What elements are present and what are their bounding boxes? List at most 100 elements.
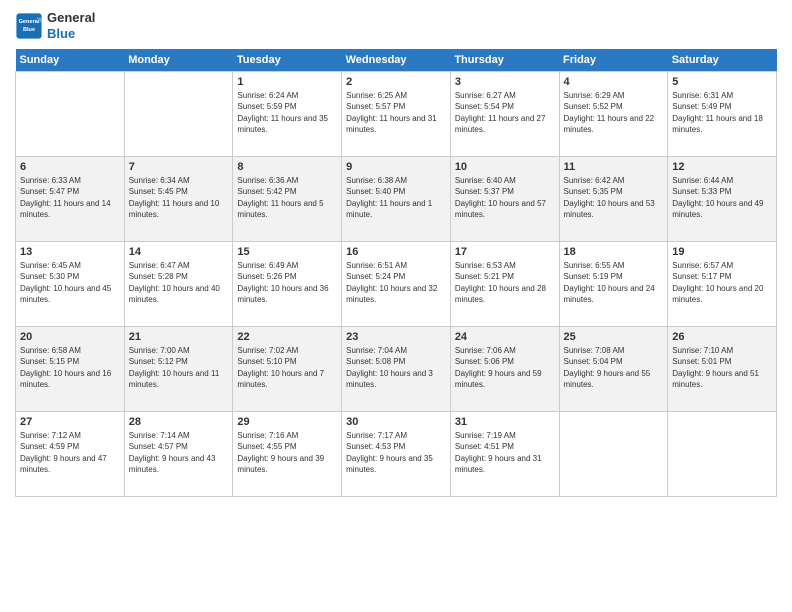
cell-1-4: 2 Sunrise: 6:25 AMSunset: 5:57 PMDaylight… [342, 72, 451, 157]
cell-5-1: 27 Sunrise: 7:12 AMSunset: 4:59 PMDayligh… [16, 412, 125, 497]
cell-2-2: 7 Sunrise: 6:34 AMSunset: 5:45 PMDaylight… [124, 157, 233, 242]
cell-info: Sunrise: 6:55 AMSunset: 5:19 PMDaylight:… [564, 260, 664, 305]
cell-info: Sunrise: 7:08 AMSunset: 5:04 PMDaylight:… [564, 345, 664, 390]
cell-info: Sunrise: 6:57 AMSunset: 5:17 PMDaylight:… [672, 260, 772, 305]
cell-5-7 [668, 412, 777, 497]
cell-2-4: 9 Sunrise: 6:38 AMSunset: 5:40 PMDaylight… [342, 157, 451, 242]
cell-3-6: 18 Sunrise: 6:55 AMSunset: 5:19 PMDayligh… [559, 242, 668, 327]
day-number: 13 [20, 246, 120, 258]
day-number: 26 [672, 331, 772, 343]
day-number: 14 [129, 246, 229, 258]
cell-info: Sunrise: 6:53 AMSunset: 5:21 PMDaylight:… [455, 260, 555, 305]
cell-2-5: 10 Sunrise: 6:40 AMSunset: 5:37 PMDayligh… [450, 157, 559, 242]
week-row-2: 6Sunrise: 6:33 AMSunset: 5:47 PMDaylight… [16, 157, 777, 242]
day-number: 9 [346, 161, 446, 173]
cell-info: Sunrise: 6:40 AMSunset: 5:37 PMDaylight:… [455, 175, 555, 220]
cell-info: Sunrise: 6:31 AMSunset: 5:49 PMDaylight:… [672, 90, 772, 135]
cell-5-3: 29 Sunrise: 7:16 AMSunset: 4:55 PMDayligh… [233, 412, 342, 497]
cell-1-2 [124, 72, 233, 157]
header-saturday: Saturday [668, 49, 777, 72]
day-number: 10 [455, 161, 555, 173]
cell-5-2: 28 Sunrise: 7:14 AMSunset: 4:57 PMDayligh… [124, 412, 233, 497]
week-row-3: 13 Sunrise: 6:45 AMSunset: 5:30 PMDayligh… [16, 242, 777, 327]
week-row-5: 27 Sunrise: 7:12 AMSunset: 4:59 PMDayligh… [16, 412, 777, 497]
cell-info: Sunrise: 6:44 AMSunset: 5:33 PMDaylight:… [672, 175, 772, 220]
day-number: 20 [20, 331, 120, 343]
cell-1-3: 1 Sunrise: 6:24 AMSunset: 5:59 PMDaylight… [233, 72, 342, 157]
cell-info: Sunrise: 6:42 AMSunset: 5:35 PMDaylight:… [564, 175, 664, 220]
cell-3-4: 16Sunrise: 6:51 AMSunset: 5:24 PMDayligh… [342, 242, 451, 327]
cell-5-6 [559, 412, 668, 497]
header: General Blue General Blue [15, 10, 777, 41]
cell-info: Sunrise: 7:00 AMSunset: 5:12 PMDaylight:… [129, 345, 229, 390]
day-number: 22 [237, 331, 337, 343]
cell-info: Sunrise: 6:25 AMSunset: 5:57 PMDaylight:… [346, 90, 446, 135]
cell-4-3: 22Sunrise: 7:02 AMSunset: 5:10 PMDayligh… [233, 327, 342, 412]
cell-5-4: 30 Sunrise: 7:17 AMSunset: 4:53 PMDayligh… [342, 412, 451, 497]
cell-info: Sunrise: 6:33 AMSunset: 5:47 PMDaylight:… [20, 175, 120, 220]
logo-icon: General Blue [15, 12, 43, 40]
day-number: 11 [564, 161, 664, 173]
svg-text:Blue: Blue [23, 26, 35, 32]
day-number: 18 [564, 246, 664, 258]
day-number: 5 [672, 76, 772, 88]
day-number: 31 [455, 416, 555, 428]
day-number: 1 [237, 76, 337, 88]
day-number: 16 [346, 246, 446, 258]
cell-info: Sunrise: 7:17 AMSunset: 4:53 PMDaylight:… [346, 430, 446, 475]
cell-2-3: 8Sunrise: 6:36 AMSunset: 5:42 PMDaylight… [233, 157, 342, 242]
day-number: 7 [129, 161, 229, 173]
day-number: 28 [129, 416, 229, 428]
cell-info: Sunrise: 7:10 AMSunset: 5:01 PMDaylight:… [672, 345, 772, 390]
day-number: 23 [346, 331, 446, 343]
cell-2-7: 12 Sunrise: 6:44 AMSunset: 5:33 PMDayligh… [668, 157, 777, 242]
header-thursday: Thursday [450, 49, 559, 72]
logo-text: General Blue [47, 10, 95, 41]
day-number: 29 [237, 416, 337, 428]
cell-info: Sunrise: 6:47 AMSunset: 5:28 PMDaylight:… [129, 260, 229, 305]
cell-1-6: 4 Sunrise: 6:29 AMSunset: 5:52 PMDaylight… [559, 72, 668, 157]
cell-1-7: 5 Sunrise: 6:31 AMSunset: 5:49 PMDaylight… [668, 72, 777, 157]
day-number: 30 [346, 416, 446, 428]
cell-info: Sunrise: 6:45 AMSunset: 5:30 PMDaylight:… [20, 260, 120, 305]
cell-4-7: 26 Sunrise: 7:10 AMSunset: 5:01 PMDayligh… [668, 327, 777, 412]
day-number: 17 [455, 246, 555, 258]
cell-info: Sunrise: 7:06 AMSunset: 5:06 PMDaylight:… [455, 345, 555, 390]
day-number: 21 [129, 331, 229, 343]
cell-3-1: 13 Sunrise: 6:45 AMSunset: 5:30 PMDayligh… [16, 242, 125, 327]
cell-info: Sunrise: 7:19 AMSunset: 4:51 PMDaylight:… [455, 430, 555, 475]
cell-5-5: 31 Sunrise: 7:19 AMSunset: 4:51 PMDayligh… [450, 412, 559, 497]
cell-info: Sunrise: 7:12 AMSunset: 4:59 PMDaylight:… [20, 430, 120, 475]
header-wednesday: Wednesday [342, 49, 451, 72]
cell-info: Sunrise: 6:49 AMSunset: 5:26 PMDaylight:… [237, 260, 337, 305]
cell-4-2: 21 Sunrise: 7:00 AMSunset: 5:12 PMDayligh… [124, 327, 233, 412]
cell-info: Sunrise: 6:38 AMSunset: 5:40 PMDaylight:… [346, 175, 446, 220]
cell-2-1: 6Sunrise: 6:33 AMSunset: 5:47 PMDaylight… [16, 157, 125, 242]
cell-info: Sunrise: 7:16 AMSunset: 4:55 PMDaylight:… [237, 430, 337, 475]
day-number: 24 [455, 331, 555, 343]
header-tuesday: Tuesday [233, 49, 342, 72]
day-number: 4 [564, 76, 664, 88]
cell-4-1: 20Sunrise: 6:58 AMSunset: 5:15 PMDayligh… [16, 327, 125, 412]
header-friday: Friday [559, 49, 668, 72]
cell-4-6: 25Sunrise: 7:08 AMSunset: 5:04 PMDayligh… [559, 327, 668, 412]
day-number: 12 [672, 161, 772, 173]
svg-text:General: General [19, 19, 40, 25]
day-number: 8 [237, 161, 337, 173]
cell-3-5: 17 Sunrise: 6:53 AMSunset: 5:21 PMDayligh… [450, 242, 559, 327]
cell-info: Sunrise: 7:14 AMSunset: 4:57 PMDaylight:… [129, 430, 229, 475]
header-monday: Monday [124, 49, 233, 72]
cell-4-4: 23 Sunrise: 7:04 AMSunset: 5:08 PMDayligh… [342, 327, 451, 412]
week-row-1: 1 Sunrise: 6:24 AMSunset: 5:59 PMDaylight… [16, 72, 777, 157]
day-number: 3 [455, 76, 555, 88]
day-number: 27 [20, 416, 120, 428]
day-number: 19 [672, 246, 772, 258]
cell-info: Sunrise: 6:34 AMSunset: 5:45 PMDaylight:… [129, 175, 229, 220]
cell-info: Sunrise: 6:29 AMSunset: 5:52 PMDaylight:… [564, 90, 664, 135]
logo: General Blue General Blue [15, 10, 95, 41]
day-number: 2 [346, 76, 446, 88]
cell-3-7: 19 Sunrise: 6:57 AMSunset: 5:17 PMDayligh… [668, 242, 777, 327]
cell-info: Sunrise: 7:04 AMSunset: 5:08 PMDaylight:… [346, 345, 446, 390]
cell-info: Sunrise: 6:24 AMSunset: 5:59 PMDaylight:… [237, 90, 337, 135]
week-row-4: 20Sunrise: 6:58 AMSunset: 5:15 PMDayligh… [16, 327, 777, 412]
